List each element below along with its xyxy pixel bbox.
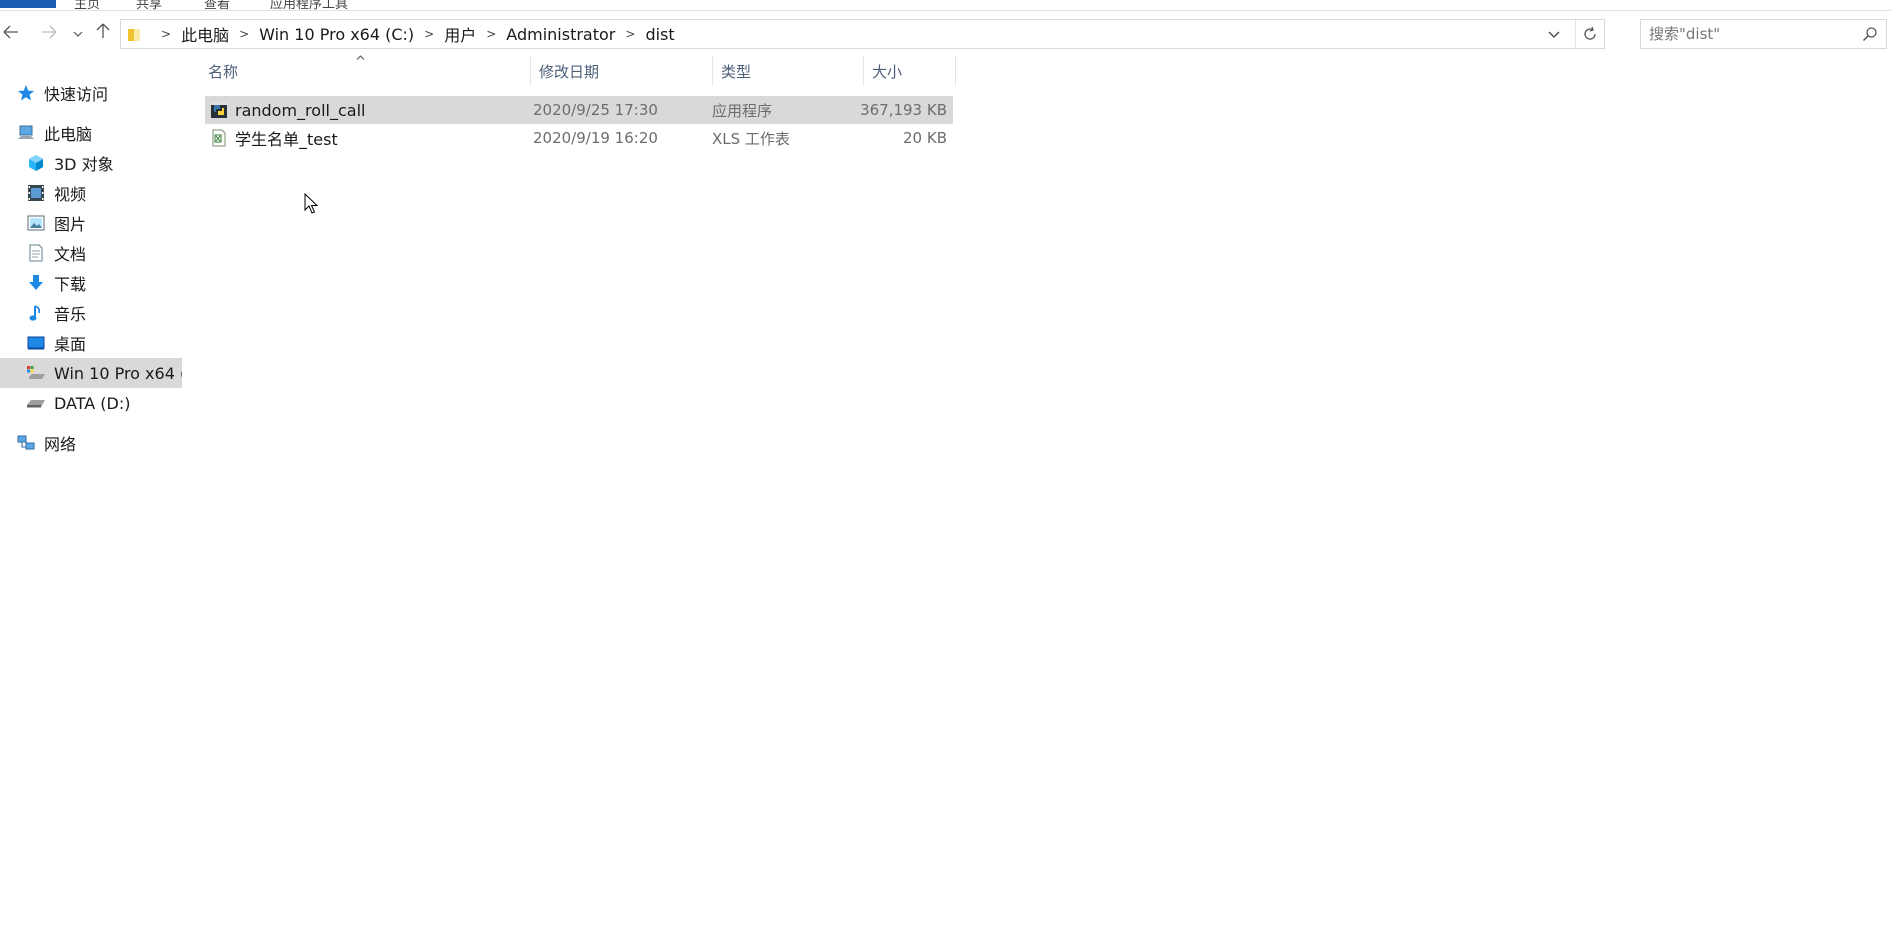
music-icon	[26, 303, 46, 323]
file-name-cell[interactable]: random_roll_call	[209, 96, 365, 124]
column-headers: 名称 修改日期 类型 大小	[200, 55, 956, 86]
refresh-button[interactable]	[1575, 20, 1604, 48]
picture-icon	[26, 213, 46, 233]
sidebar-item-label: 视频	[54, 185, 87, 204]
sidebar-item-label: 快速访问	[44, 85, 109, 104]
spreadsheet-icon	[209, 128, 229, 148]
column-header-date-label: 修改日期	[539, 62, 600, 81]
navigation-pane: 快速访问 此电脑 3D 对象 视频 图片 文档 下载 音乐 桌面 Win 10 …	[0, 70, 182, 938]
file-date: 2020/9/19 16:20	[533, 129, 658, 147]
sidebar-item-label: 3D 对象	[54, 155, 114, 174]
sidebar-item-label: DATA (D:)	[54, 393, 131, 413]
breadcrumb-this-pc[interactable]: 此电脑	[181, 22, 229, 46]
ribbon-tabs: 主页 共享 查看 应用程序工具	[0, 0, 1891, 11]
computer-icon	[16, 123, 36, 143]
breadcrumb-users[interactable]: 用户	[444, 22, 476, 46]
column-header-date[interactable]: 修改日期	[531, 56, 713, 86]
column-header-name[interactable]: 名称	[200, 56, 531, 86]
download-icon	[26, 273, 46, 293]
refresh-icon	[1584, 26, 1596, 40]
mouse-cursor-icon	[304, 192, 319, 219]
sidebar-item-label: 桌面	[54, 335, 87, 354]
chevron-down-icon	[1548, 31, 1560, 38]
forward-button[interactable]	[38, 12, 60, 54]
tab-file[interactable]	[0, 0, 56, 8]
sidebar-item-this-pc[interactable]: 此电脑	[16, 118, 92, 148]
column-header-type-label: 类型	[721, 62, 752, 81]
sidebar-item-quick-access[interactable]: 快速访问	[16, 78, 108, 108]
back-button[interactable]	[0, 12, 22, 54]
breadcrumb-administrator[interactable]: Administrator	[506, 25, 615, 44]
file-row[interactable]: random_roll_call 2020/9/25 17:30 应用程序 36…	[205, 96, 953, 124]
file-date: 2020/9/25 17:30	[533, 101, 658, 119]
sidebar-item-3d-objects[interactable]: 3D 对象	[26, 148, 114, 178]
sidebar-item-pictures[interactable]: 图片	[26, 208, 86, 238]
sidebar-item-label: 此电脑	[44, 125, 93, 144]
arrow-left-icon	[3, 23, 19, 44]
file-size: 20 KB	[903, 129, 947, 147]
tab-view[interactable]: 查看	[204, 0, 230, 10]
file-type: 应用程序	[712, 101, 773, 120]
network-icon	[16, 433, 36, 453]
file-name: 学生名单_test	[235, 130, 338, 149]
sidebar-item-music[interactable]: 音乐	[26, 298, 86, 328]
sidebar-item-downloads[interactable]: 下载	[26, 268, 86, 298]
chevron-right-icon[interactable]: >	[486, 27, 496, 41]
arrow-up-icon	[96, 23, 110, 44]
film-icon	[26, 183, 46, 203]
tab-share[interactable]: 共享	[136, 0, 162, 10]
sidebar-item-label: 下载	[54, 275, 87, 294]
breadcrumb-dist[interactable]: dist	[645, 25, 674, 44]
desktop-icon	[26, 333, 46, 353]
chevron-right-icon[interactable]: >	[161, 27, 171, 41]
system-drive-icon	[26, 363, 46, 383]
breadcrumb-c-drive[interactable]: Win 10 Pro x64 (C:)	[259, 25, 414, 44]
file-name-cell[interactable]: 学生名单_test	[209, 124, 338, 152]
star-icon	[16, 83, 36, 103]
chevron-down-icon	[73, 26, 83, 40]
file-row[interactable]: 学生名单_test 2020/9/19 16:20 XLS 工作表 20 KB	[205, 124, 953, 152]
file-name: random_roll_call	[235, 100, 366, 120]
sidebar-item-label: 图片	[54, 215, 87, 234]
column-header-name-label: 名称	[208, 62, 239, 81]
folder-icon	[127, 28, 141, 41]
document-icon	[26, 243, 46, 263]
chevron-right-icon[interactable]: >	[424, 27, 434, 41]
address-bar[interactable]: > 此电脑 > Win 10 Pro x64 (C:) > 用户 > Admin…	[120, 19, 1605, 49]
column-header-size[interactable]: 大小	[864, 56, 956, 86]
navigation-bar: > 此电脑 > Win 10 Pro x64 (C:) > 用户 > Admin…	[0, 12, 1891, 54]
recent-locations-button[interactable]	[68, 12, 88, 54]
sidebar-item-desktop[interactable]: 桌面	[26, 328, 86, 358]
sidebar-item-network[interactable]: 网络	[16, 428, 76, 458]
sidebar-item-documents[interactable]: 文档	[26, 238, 86, 268]
sidebar-item-label: 网络	[44, 435, 77, 454]
file-type: XLS 工作表	[712, 129, 790, 148]
up-button[interactable]	[92, 12, 114, 54]
sidebar-item-label: 音乐	[54, 305, 87, 324]
search-box[interactable]	[1640, 19, 1887, 49]
column-header-size-label: 大小	[872, 62, 903, 81]
tab-app-tools[interactable]: 应用程序工具	[270, 0, 348, 10]
python-exe-icon	[209, 100, 229, 120]
tab-home[interactable]: 主页	[74, 0, 100, 10]
search-icon[interactable]	[1862, 26, 1878, 46]
sidebar-item-c-drive[interactable]: Win 10 Pro x64 (C:	[0, 358, 182, 388]
address-history-dropdown[interactable]	[1548, 20, 1560, 48]
sidebar-item-videos[interactable]: 视频	[26, 178, 86, 208]
sidebar-item-label: 文档	[54, 245, 87, 264]
arrow-right-icon	[41, 23, 57, 44]
file-size: 367,193 KB	[860, 101, 947, 119]
column-header-type[interactable]: 类型	[713, 56, 864, 86]
drive-icon	[26, 393, 46, 413]
sidebar-item-d-drive[interactable]: DATA (D:)	[26, 388, 131, 418]
search-input[interactable]	[1649, 25, 1859, 43]
chevron-right-icon[interactable]: >	[239, 27, 249, 41]
sidebar-item-label: Win 10 Pro x64 (C:	[54, 363, 182, 383]
cube-icon	[26, 153, 46, 173]
chevron-right-icon[interactable]: >	[625, 27, 635, 41]
